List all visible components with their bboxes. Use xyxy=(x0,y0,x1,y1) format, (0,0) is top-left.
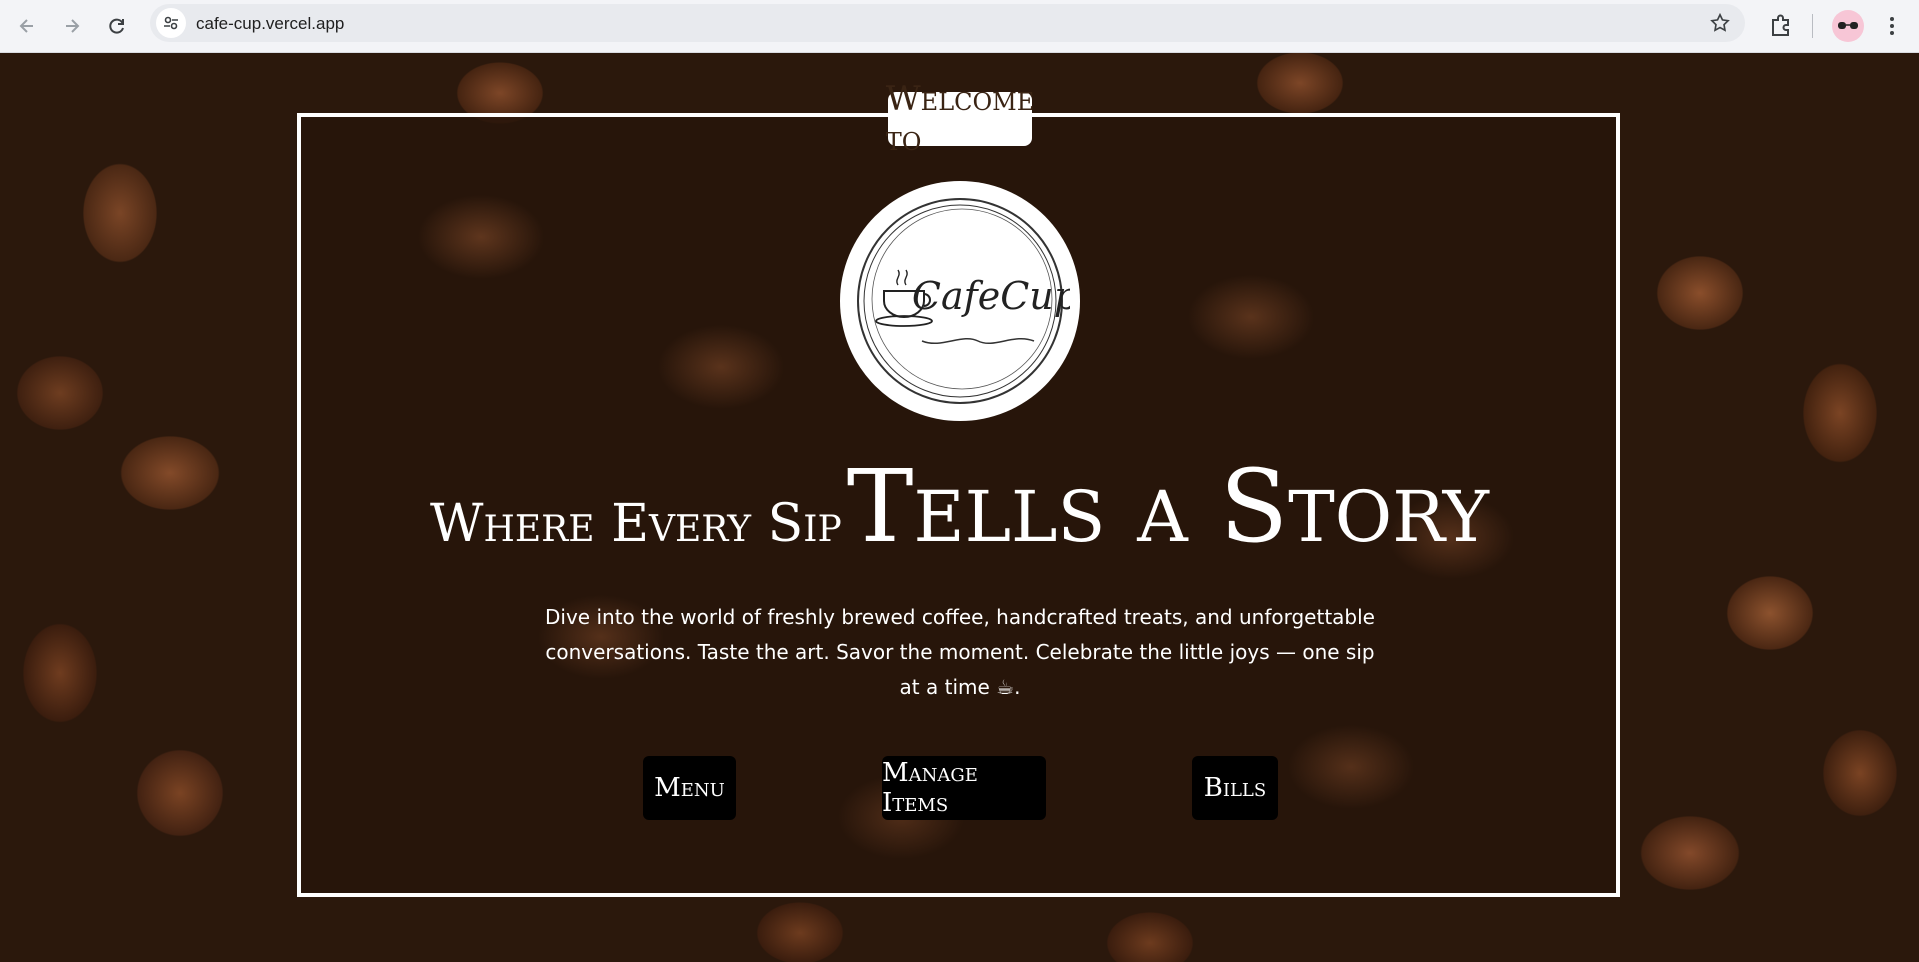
url-text[interactable]: cafe-cup.vercel.app xyxy=(196,14,344,34)
hero-headline: Where Every Sip Tells a Story xyxy=(0,448,1919,565)
hero-tagline: Dive into the world of freshly brewed co… xyxy=(545,605,1375,699)
address-bar[interactable]: cafe-cup.vercel.app xyxy=(150,4,1745,42)
glasses-icon xyxy=(1838,22,1858,29)
bookmark-star-icon[interactable] xyxy=(1709,12,1731,34)
headline-small: Where Every Sip xyxy=(430,494,842,554)
extensions-icon[interactable] xyxy=(1766,11,1796,41)
forward-button[interactable] xyxy=(54,8,90,44)
logo-text: CafeCup xyxy=(912,274,1070,318)
headline-big: Tells a Story xyxy=(846,448,1489,565)
bills-button[interactable]: Bills xyxy=(1192,756,1278,820)
logo-flourish xyxy=(921,337,1035,345)
site-info-icon xyxy=(164,16,178,30)
back-button[interactable] xyxy=(9,8,45,44)
profile-avatar-icon[interactable] xyxy=(1832,10,1864,42)
reload-icon xyxy=(109,18,124,34)
manage-items-button[interactable]: Manage Items xyxy=(882,756,1046,820)
toolbar-divider xyxy=(1812,14,1813,38)
reload-button[interactable] xyxy=(99,8,135,44)
site-info-button[interactable] xyxy=(156,8,186,38)
more-menu-icon[interactable] xyxy=(1880,12,1904,40)
logo-graphic: CafeCup xyxy=(857,198,1070,404)
cafecup-logo: CafeCup xyxy=(840,181,1080,421)
browser-toolbar: cafe-cup.vercel.app xyxy=(0,0,1919,53)
welcome-badge: Welcome to xyxy=(885,79,1035,159)
menu-button[interactable]: Menu xyxy=(643,756,736,820)
back-arrow-icon xyxy=(19,19,33,33)
forward-arrow-icon xyxy=(66,19,80,33)
